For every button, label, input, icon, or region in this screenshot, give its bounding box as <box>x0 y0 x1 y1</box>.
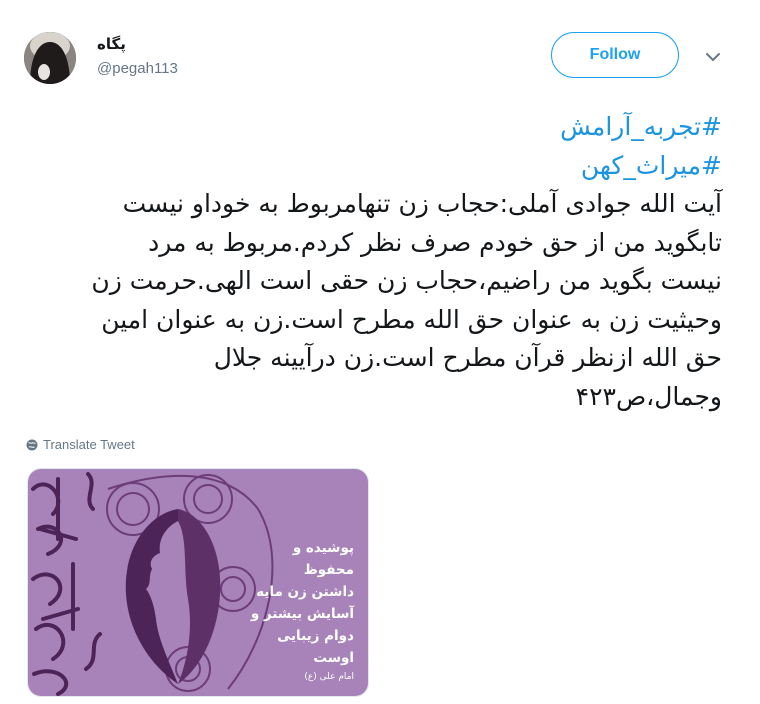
translate-label: Translate Tweet <box>43 437 135 452</box>
media-caption-line: آسایش بیشتر و <box>250 606 354 622</box>
media-caption-line: دوام زیبایی اوست <box>277 628 354 666</box>
avatar[interactable] <box>24 32 76 84</box>
tweet-line: آیت الله جوادی آملی:حجاب زن تنهامربوط به… <box>122 189 722 218</box>
media-attribution: امام علی (ع) <box>304 672 354 682</box>
follow-button[interactable]: Follow <box>551 32 679 78</box>
display-name[interactable]: پگاه <box>97 35 126 53</box>
hashtag-link[interactable]: #تجربه_آرامش <box>28 108 722 147</box>
tweet-text: #تجربه_آرامش #میراث_کهن آیت الله جوادی آ… <box>28 108 722 416</box>
user-handle[interactable]: @pegah113 <box>97 60 178 77</box>
chevron-down-icon[interactable] <box>703 47 723 67</box>
translate-tweet-link[interactable]: Translate Tweet <box>26 437 135 452</box>
avatar-image <box>24 32 76 84</box>
tweet-line: تابگوید من از حق خودم صرف نظر کردم.مربوط… <box>148 227 722 257</box>
tweet-line: وجمال،ص۴۲۳ <box>575 381 722 411</box>
media-caption-line: پوشیده و محفوظ <box>292 540 354 578</box>
tweet-line: وحیثیت زن به عنوان حق الله مطرح است.زن ب… <box>101 304 722 334</box>
tweet-line: نیست بگوید من راضیم،حجاب زن حقی است الهی… <box>91 266 722 295</box>
hashtag-link[interactable]: #میراث_کهن <box>28 147 722 186</box>
globe-icon <box>26 439 38 450</box>
media-caption-line: داشتن زن مایه <box>256 584 354 600</box>
tweet-media-image[interactable]: پوشیده و محفوظ داشتن زن مایه آسایش بیشتر… <box>27 468 369 697</box>
tweet-line: حق الله ازنظر قرآن مطرح است.زن درآیینه ج… <box>213 343 722 372</box>
